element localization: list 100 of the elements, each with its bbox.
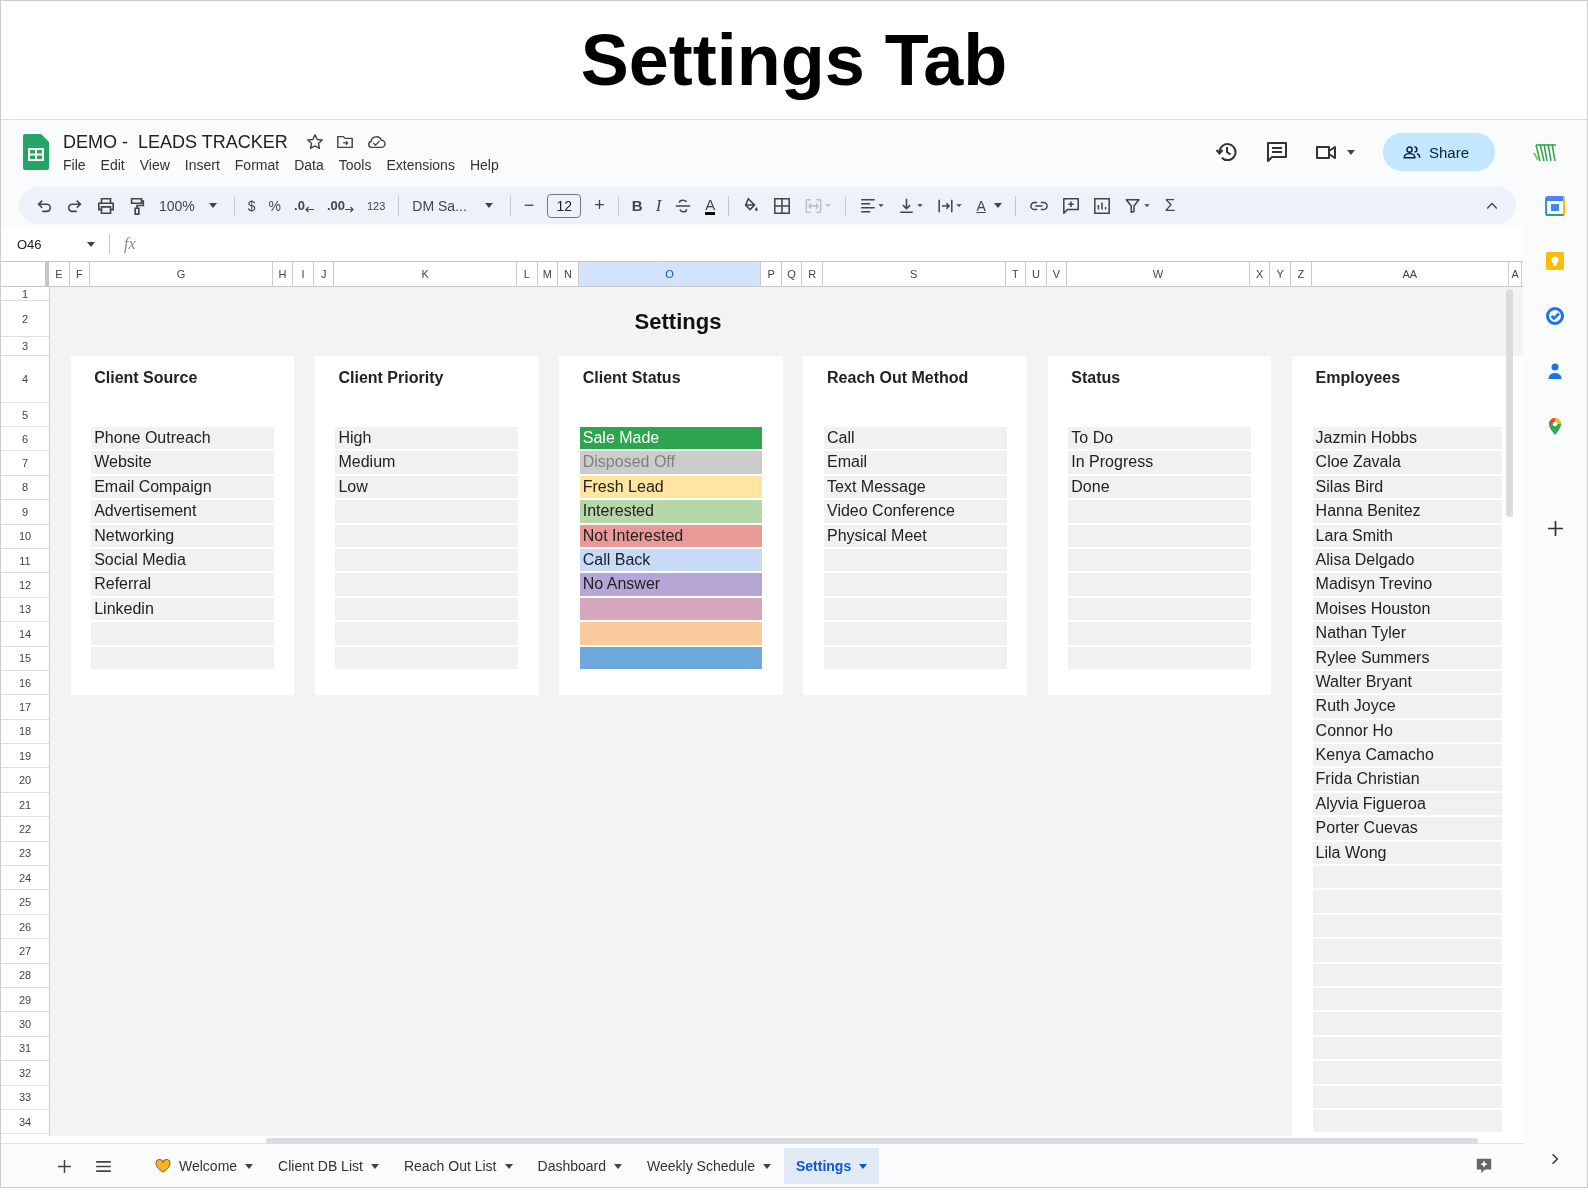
row-header[interactable]: 18 [1,719,49,745]
column-header[interactable]: K [334,262,517,286]
row-header[interactable]: 16 [1,670,49,696]
row-header[interactable]: 9 [1,500,49,525]
menu-item[interactable]: Edit [100,156,125,173]
chevron-up-icon[interactable] [1486,201,1498,210]
row-header[interactable]: 14 [1,622,49,647]
column-header[interactable]: L [516,262,538,286]
row-header[interactable]: 26 [1,914,49,940]
column-header[interactable]: N [558,262,579,286]
increase-decimal-button[interactable]: .00 [326,198,354,213]
scrollbar[interactable] [266,1138,1478,1144]
column-header[interactable]: Q [781,262,803,286]
scrollbar[interactable] [1506,289,1513,517]
column-header[interactable]: H [272,262,294,286]
folder-icon[interactable] [335,133,354,151]
column-header[interactable]: R [802,262,824,286]
sheet-tab[interactable]: Client DB List [266,1148,391,1184]
row-header[interactable]: 28 [1,963,49,988]
column-header[interactable]: P [761,262,782,286]
chevron-right-icon[interactable] [1551,1153,1559,1165]
calendar-icon[interactable] [1545,196,1565,216]
cloud-icon[interactable] [365,133,386,151]
sheet-tab[interactable]: Weekly Schedule [635,1148,783,1184]
vertical-align-icon[interactable] [898,196,925,215]
row-header[interactable]: 33 [1,1085,49,1110]
star-icon[interactable] [305,133,324,151]
row-header[interactable]: 4 [1,356,49,403]
row-header[interactable]: 3 [1,337,49,356]
decrease-decimal-button[interactable]: .0 [294,198,314,213]
column-header[interactable]: M [537,262,559,286]
row-header[interactable]: 7 [1,451,49,476]
column-header[interactable]: G [90,262,273,286]
row-header[interactable]: 2 [1,301,49,337]
align-left-icon[interactable] [859,196,886,215]
add-sheet-icon[interactable] [58,1159,71,1173]
menu-item[interactable]: View [139,156,170,173]
filter-icon[interactable] [1123,196,1152,215]
italic-button[interactable]: I [655,195,662,216]
functions-button[interactable]: Σ [1164,195,1176,216]
text-rotation-button[interactable]: A [976,197,1002,214]
menu-item[interactable]: Format [234,156,280,173]
row-header[interactable]: 24 [1,866,49,891]
row-header[interactable]: 30 [1,1012,49,1037]
row-header[interactable]: 34 [1,1109,49,1135]
row-header[interactable]: 29 [1,988,49,1013]
column-header[interactable]: V [1046,262,1068,286]
explore-icon[interactable] [1475,1157,1493,1175]
column-header[interactable]: Y [1270,262,1291,286]
row-header[interactable]: 11 [1,548,49,574]
menu-icon[interactable] [96,1160,111,1172]
bold-button[interactable]: B [631,197,643,214]
document-title[interactable]: DEMO - LEADS TRACKER [63,131,288,153]
cell-reference-field[interactable]: O46 [17,236,95,252]
strikethrough-icon[interactable] [674,196,693,215]
column-header[interactable]: A [1509,262,1523,286]
paint-format-icon[interactable] [128,196,146,215]
column-header[interactable]: F [69,262,91,286]
share-button[interactable]: Share [1382,133,1495,171]
column-header[interactable]: W [1067,262,1250,286]
row-header[interactable]: 19 [1,744,49,769]
column-header[interactable]: Z [1291,262,1312,286]
percent-button[interactable]: % [268,197,282,214]
row-header[interactable]: 32 [1,1061,49,1086]
column-header[interactable]: T [1005,262,1027,286]
menu-item[interactable]: File [63,156,86,173]
currency-button[interactable]: $ [247,197,256,214]
borders-icon[interactable] [773,196,792,215]
column-header[interactable]: U [1026,262,1047,286]
sheet-tab[interactable]: Reach Out List [391,1148,525,1184]
row-header[interactable]: 22 [1,817,49,842]
font-size-field[interactable]: 12 [547,193,582,218]
row-header[interactable]: 31 [1,1036,49,1062]
column-header[interactable]: S [823,262,1006,286]
menu-item[interactable]: Help [469,156,499,173]
sheet-tab[interactable]: Settings [783,1148,880,1184]
row-header[interactable]: 15 [1,646,49,671]
menu-item[interactable]: Tools [338,156,372,173]
row-header[interactable]: 17 [1,695,49,720]
sheet-tab[interactable]: Dashboard [525,1148,634,1184]
sheet-tab[interactable]: Welcome [143,1148,266,1184]
font-dropdown[interactable]: DM Sa... [412,197,493,214]
sheets-logo-icon[interactable] [23,134,49,170]
history-icon[interactable] [1214,140,1239,164]
menu-item[interactable]: Insert [184,156,220,173]
column-header[interactable]: X [1249,262,1271,286]
column-header[interactable]: I [293,262,314,286]
tasks-icon[interactable] [1545,306,1565,326]
row-header[interactable]: 21 [1,792,49,818]
column-header[interactable]: O [578,262,762,286]
zoom-dropdown[interactable]: 100% [159,197,217,214]
text-color-button[interactable]: A [705,196,716,215]
column-header[interactable]: J [313,262,335,286]
row-header[interactable]: 20 [1,768,49,793]
comment-icon[interactable] [1264,140,1289,164]
column-header[interactable]: AA [1311,262,1510,286]
row-header[interactable]: 12 [1,573,49,598]
column-header[interactable]: E [49,262,70,286]
menu-item[interactable]: Data [294,156,324,173]
row-header[interactable]: 1 [1,287,49,301]
